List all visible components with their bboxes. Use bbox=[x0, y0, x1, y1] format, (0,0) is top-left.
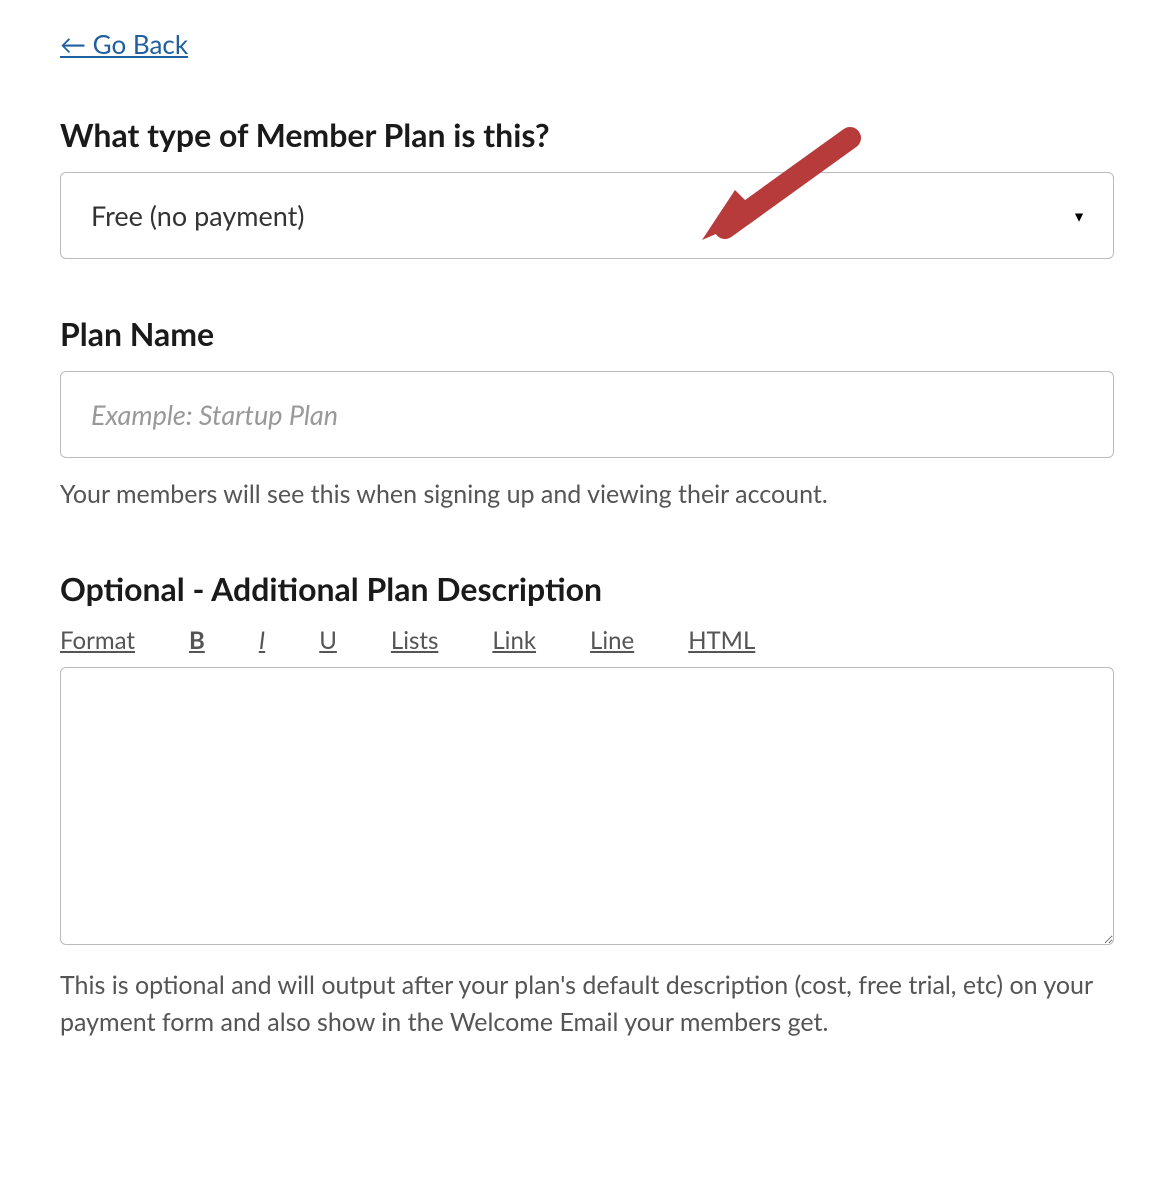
plan-name-heading: Plan Name bbox=[60, 314, 1114, 353]
toolbar-link-button[interactable]: Link bbox=[492, 626, 536, 655]
description-textarea[interactable] bbox=[60, 667, 1114, 945]
plan-name-input[interactable] bbox=[60, 371, 1114, 458]
toolbar-lists-button[interactable]: Lists bbox=[391, 626, 438, 655]
toolbar-bold-button[interactable]: B bbox=[189, 626, 205, 655]
toolbar-line-button[interactable]: Line bbox=[590, 626, 634, 655]
description-help-text: This is optional and will output after y… bbox=[60, 967, 1114, 1042]
toolbar-format-button[interactable]: Format bbox=[60, 626, 135, 655]
go-back-link[interactable]: ← Go Back bbox=[60, 28, 188, 60]
plan-name-help-text: Your members will see this when signing … bbox=[60, 476, 1114, 514]
description-heading: Optional - Additional Plan Description bbox=[60, 569, 1114, 608]
toolbar-underline-button[interactable]: U bbox=[319, 626, 337, 655]
plan-type-select[interactable]: Free (no payment) bbox=[60, 172, 1114, 259]
toolbar-italic-button[interactable]: I bbox=[259, 626, 265, 655]
plan-type-heading: What type of Member Plan is this? bbox=[60, 115, 1114, 154]
toolbar-html-button[interactable]: HTML bbox=[688, 626, 755, 655]
editor-toolbar: Format B I U Lists Link Line HTML bbox=[60, 626, 1114, 655]
plan-type-select-wrapper: Free (no payment) ▼ bbox=[60, 172, 1114, 259]
